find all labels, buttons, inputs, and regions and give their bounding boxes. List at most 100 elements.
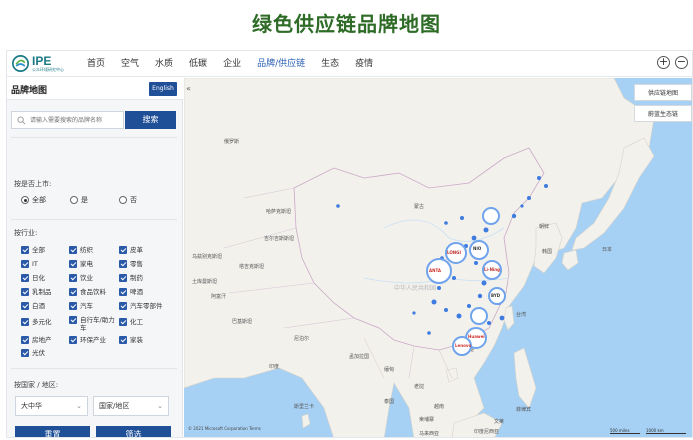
checkbox-industry-home-furnishing[interactable]: 家装 <box>119 336 143 344</box>
page-title: 绿色供应链品牌地图 <box>252 12 441 36</box>
brand-logo-nio[interactable]: NIO <box>473 246 481 251</box>
nav-item-ecology[interactable]: 生态 <box>313 51 347 77</box>
zoom-out-button[interactable]: − <box>675 56 688 69</box>
nav-item-enterprise[interactable]: 企业 <box>215 51 249 77</box>
checkbox-label: 白酒 <box>32 302 45 310</box>
checkbox-industry-real-estate[interactable]: 房地产 <box>21 336 52 344</box>
checkbox-industry-pharma[interactable]: 制药 <box>119 274 143 282</box>
checkbox-industry-food-beverage[interactable]: 食品饮料 <box>69 288 106 296</box>
blue-ecological-chain-button[interactable]: 蔚蓝生态链 <box>634 105 692 122</box>
checkbox-industry-env-protection[interactable]: 环保产业 <box>69 336 106 344</box>
filter-button[interactable]: 筛选 <box>96 426 171 437</box>
search-button[interactable]: 搜索 <box>125 111 176 129</box>
checkbox-label: 乳制品 <box>32 288 52 296</box>
checkbox-industry-retail[interactable]: 零售 <box>119 260 143 268</box>
radio-label: 全部 <box>32 196 46 204</box>
english-button[interactable]: English <box>149 82 177 96</box>
nav-item-brand-supply-chain[interactable]: 品牌/供应链 <box>249 51 313 77</box>
radio-listed-all[interactable]: 全部 <box>21 195 70 205</box>
checkbox-industry-baijiu[interactable]: 白酒 <box>21 302 45 310</box>
map-land-layer <box>184 78 655 437</box>
nav-item-water[interactable]: 水质 <box>147 51 181 77</box>
nav-menu: 首页 空气 水质 低碳 企业 品牌/供应链 生态 疫情 <box>79 51 381 77</box>
checkbox-label: 食品饮料 <box>80 288 106 296</box>
checkbox-label: 啤酒 <box>130 288 143 296</box>
logo-text: IPE <box>32 54 52 68</box>
checkbox-industry-chemical[interactable]: 化工 <box>119 318 143 326</box>
checkbox-label: 纺织 <box>80 246 93 254</box>
region-select[interactable]: 大中华 ⌄ <box>15 396 88 416</box>
checkbox-industry-auto-parts[interactable]: 汽车零部件 <box>119 302 163 310</box>
brand-logo-huawei[interactable]: Huawei <box>468 334 485 339</box>
checkbox-industry-it[interactable]: IT <box>21 260 38 268</box>
map-label-nepal: 尼泊尔 <box>294 336 310 342</box>
radio-dot <box>21 196 29 204</box>
sidebar-title: 品牌地图 <box>11 86 48 96</box>
map-label-brunei: 文莱 <box>494 419 505 425</box>
map-label-mongolia: 蒙古 <box>414 204 425 210</box>
map-label-turkmenistan: 土库曼斯坦 <box>192 279 218 285</box>
ipe-logo[interactable]: IPE 公众环境研究中心 <box>12 54 72 74</box>
checkbox-industry-photovoltaic[interactable]: 光伏 <box>21 349 45 357</box>
divider <box>11 368 177 369</box>
checkbox-industry-beer[interactable]: 啤酒 <box>119 288 143 296</box>
checkbox-checked-icon <box>21 336 29 344</box>
country-select[interactable]: 国家/地区 ⌄ <box>93 396 169 416</box>
radio-listed-no[interactable]: 否 <box>119 195 168 205</box>
zoom-in-button[interactable]: + <box>657 56 670 69</box>
region-select-value: 大中华 <box>21 402 42 410</box>
map-label-sri-lanka: 斯里兰卡 <box>294 404 315 410</box>
checkbox-industry-catering[interactable]: 饮业 <box>69 274 93 282</box>
land-philippines <box>513 347 537 409</box>
brand-search-box[interactable] <box>11 111 124 129</box>
checkbox-industry-bicycle[interactable]: 自行车/助力车 <box>69 316 117 332</box>
reset-button[interactable]: 重置 <box>15 426 90 437</box>
map-scale-miles: 500 miles <box>610 428 640 434</box>
radio-listed-yes[interactable]: 是 <box>70 195 119 205</box>
brand-logo-anta[interactable]: ANTA <box>429 268 441 273</box>
brand-logo-li-ning[interactable]: Li-Ning <box>484 267 500 272</box>
map-copyright: © 2021 Microsoft Corporation Terms <box>188 426 261 431</box>
checkbox-checked-icon <box>69 246 77 254</box>
supply-chain-map-button[interactable]: 供应链地图 <box>634 84 692 101</box>
checkbox-checked-icon <box>69 274 77 282</box>
listed-radio-group: 全部 是 否 <box>21 195 168 205</box>
divider <box>11 137 177 138</box>
checkbox-checked-icon <box>21 318 29 326</box>
map-label-uzbekistan: 乌兹别克斯坦 <box>192 254 223 260</box>
map-label-laos: 老挝 <box>414 384 425 390</box>
map-label-north-korea: 朝鲜 <box>539 224 550 230</box>
industry-filter-label: 按行业: <box>14 229 38 237</box>
chevron-down-icon: ⌄ <box>157 402 163 410</box>
sidebar-collapse-icon[interactable]: « <box>186 84 191 93</box>
brand-map[interactable]: 蒙古 中华人民共和国 哈萨克斯坦 乌兹别克斯坦 吉尔吉斯斯坦 塔吉克斯坦 土库曼… <box>184 78 692 437</box>
brand-search-input[interactable] <box>30 114 122 127</box>
checkbox-industry-leather[interactable]: 皮革 <box>119 246 143 254</box>
checkbox-label: 饮业 <box>80 274 93 282</box>
brand-logo-longi[interactable]: LONGI <box>447 250 461 255</box>
checkbox-industry-dairy[interactable]: 乳制品 <box>21 288 52 296</box>
brand-logo-byd[interactable]: BYD <box>491 293 500 298</box>
nav-item-epidemic[interactable]: 疫情 <box>347 51 381 77</box>
checkbox-industry-diversified[interactable]: 多元化 <box>21 318 52 326</box>
nav-item-low-carbon[interactable]: 低碳 <box>181 51 215 77</box>
map-label-tajikistan: 塔吉克斯坦 <box>239 264 265 270</box>
listed-filter-label: 按是否上市: <box>14 180 52 188</box>
checkbox-industry-textile[interactable]: 纺织 <box>69 246 93 254</box>
checkbox-industry-automotive[interactable]: 汽车 <box>69 302 93 310</box>
country-select-value: 国家/地区 <box>99 402 130 410</box>
checkbox-checked-icon <box>119 246 127 254</box>
nav-item-home[interactable]: 首页 <box>79 51 113 77</box>
map-label-vietnam: 越南 <box>434 404 445 410</box>
brand-logo-lenovo[interactable]: Lenovo <box>455 343 471 348</box>
checkbox-industry-appliance[interactable]: 家电 <box>69 260 93 268</box>
checkbox-checked-icon <box>119 336 127 344</box>
checkbox-checked-icon <box>21 274 29 282</box>
checkbox-industry-daily-chemical[interactable]: 日化 <box>21 274 45 282</box>
nav-item-air[interactable]: 空气 <box>113 51 147 77</box>
checkbox-industry-all[interactable]: 全部 <box>21 246 45 254</box>
map-label-south-korea: 韩国 <box>542 249 553 255</box>
checkbox-checked-icon <box>69 302 77 310</box>
checkbox-checked-icon <box>21 349 29 357</box>
checkbox-checked-icon <box>21 260 29 268</box>
